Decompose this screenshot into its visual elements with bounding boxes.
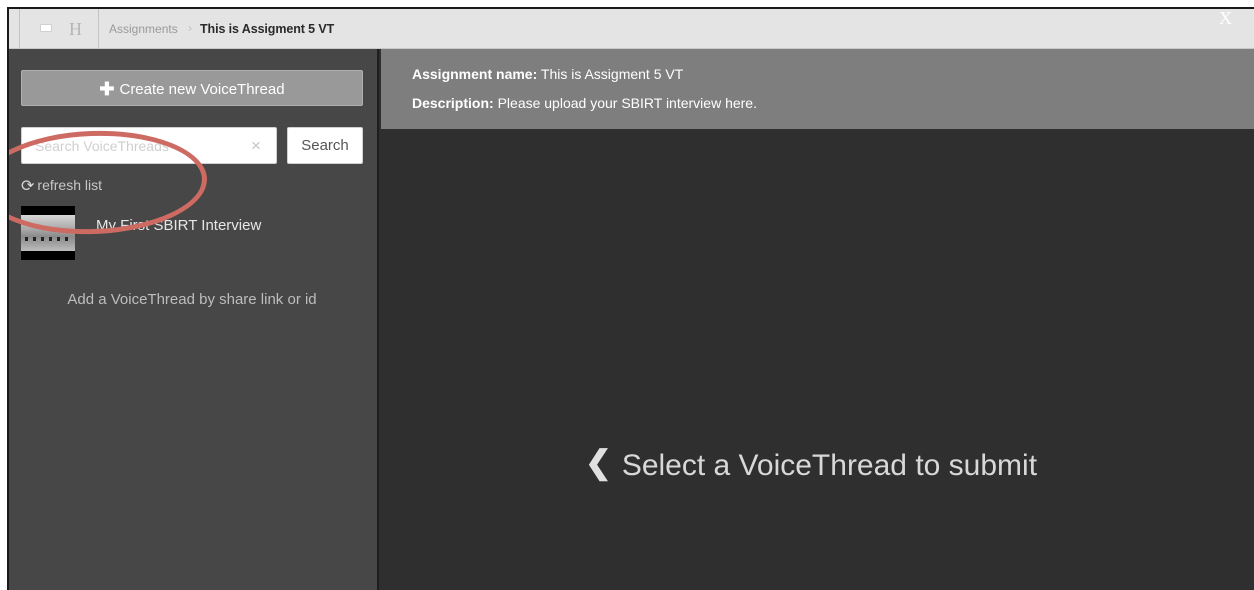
search-input[interactable]: [21, 127, 277, 164]
refresh-icon: ⟳: [21, 178, 35, 195]
assignment-description: Description: Please upload your SBIRT in…: [412, 95, 757, 111]
assignment-info: Assignment name: This is Assigment 5 VT …: [381, 49, 1254, 129]
refresh-list-link[interactable]: ⟳ refresh list: [21, 175, 102, 195]
assignment-description-value: Please upload your SBIRT interview here.: [497, 95, 757, 111]
search-button[interactable]: Search: [287, 127, 363, 164]
breadcrumb-current: This is Assigment 5 VT: [200, 22, 335, 36]
add-by-share-link[interactable]: Add a VoiceThread by share link or id: [9, 291, 375, 308]
voicethread-title: My First SBIRT Interview: [96, 217, 262, 234]
list-item[interactable]: My First SBIRT Interview: [21, 206, 363, 260]
voicethread-window: H Assignments › This is Assigment 5 VT X…: [7, 7, 1254, 590]
create-voicethread-label: Create new VoiceThread: [119, 81, 285, 98]
window-icon[interactable]: [40, 24, 54, 34]
select-prompt-text: Select a VoiceThread to submit: [621, 449, 1038, 482]
home-icon[interactable]: H: [69, 19, 82, 39]
refresh-list-label: refresh list: [37, 177, 102, 193]
create-voicethread-button[interactable]: ✚ Create new VoiceThread: [21, 70, 363, 106]
divider: [19, 9, 20, 49]
voicethread-thumbnail: [21, 206, 75, 260]
breadcrumb-bar: H Assignments › This is Assigment 5 VT X: [9, 9, 1254, 49]
select-prompt: ❮ Select a VoiceThread to submit: [585, 444, 1038, 483]
breadcrumb-separator: ›: [188, 21, 192, 35]
breadcrumb-assignments[interactable]: Assignments: [109, 22, 178, 36]
assignment-name: Assignment name: This is Assigment 5 VT: [412, 66, 683, 82]
clear-search-icon[interactable]: ×: [251, 136, 261, 156]
main-panel: ❮ Select a VoiceThread to submit: [381, 129, 1254, 590]
assignment-name-value: This is Assigment 5 VT: [540, 66, 684, 82]
plus-icon: ✚: [99, 79, 115, 99]
divider: [98, 9, 99, 49]
chevron-left-icon: ❮: [585, 444, 612, 480]
close-icon[interactable]: X: [1219, 9, 1232, 27]
assignment-name-label: Assignment name:: [412, 66, 538, 82]
voicethread-sidebar: ✚Create new VoiceThread × Search ⟳refres…: [9, 49, 379, 590]
assignment-description-label: Description:: [412, 95, 494, 111]
